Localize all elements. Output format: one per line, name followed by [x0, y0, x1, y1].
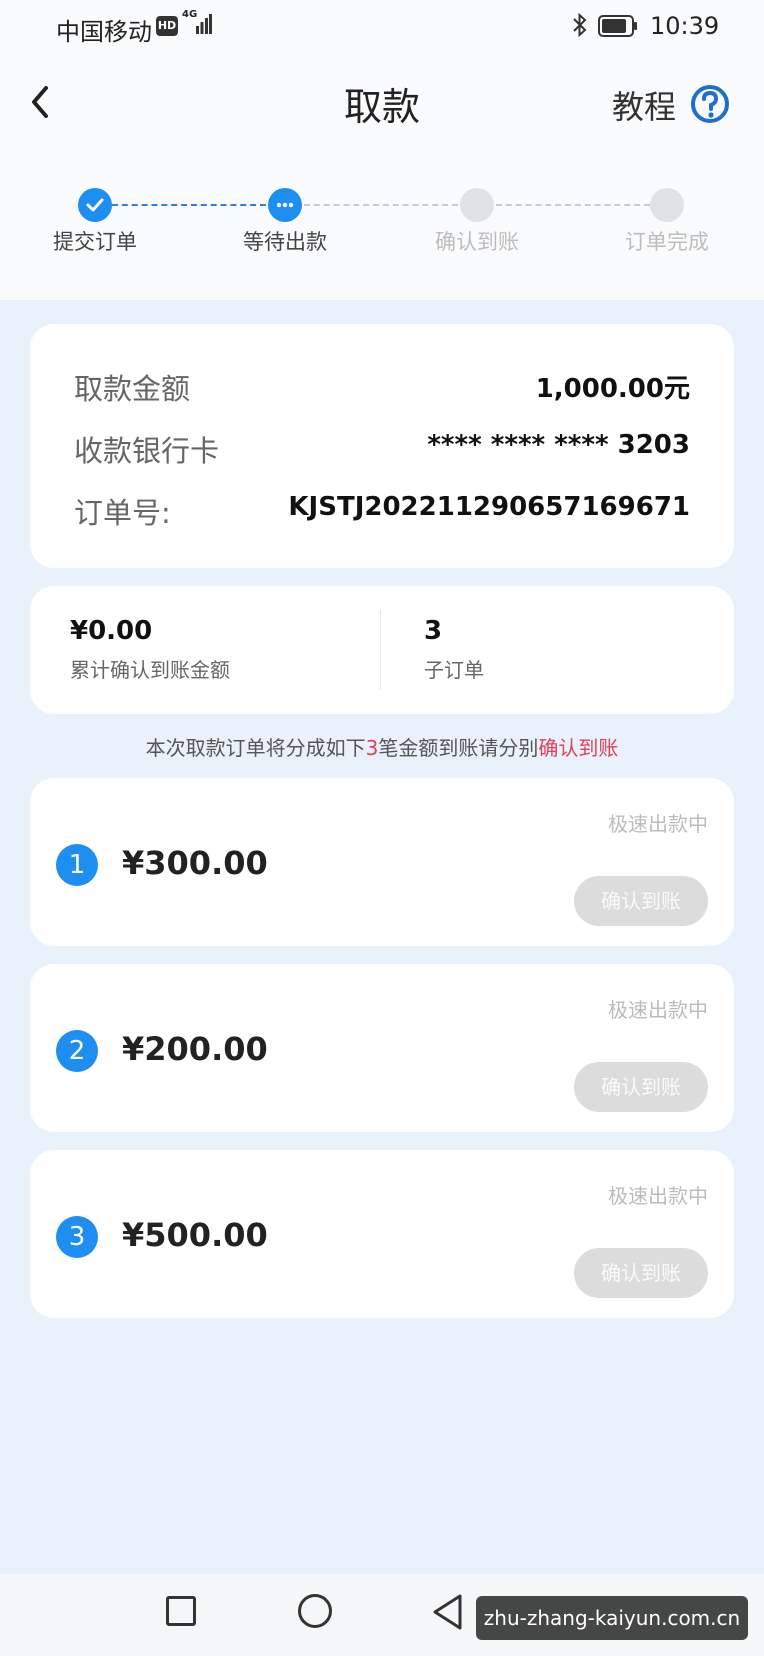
step-label: 确认到账 [435, 230, 519, 254]
network-type: 4G [182, 9, 198, 20]
step-connector-2 [304, 204, 458, 206]
step-label: 等待出款 [243, 230, 327, 254]
sub-order-status: 极速出款中 [608, 1184, 708, 1208]
amount-value: 1,000.00元 [535, 374, 690, 404]
bank-card-row: 收款银行卡 **** **** **** 3203 [74, 428, 690, 468]
confirmed-amount: ¥0.00 [70, 616, 153, 646]
step-connector-1 [112, 204, 266, 206]
step-pending-dot [460, 188, 494, 222]
step-connector-3 [496, 204, 650, 206]
sub-order-amount: ¥200.00 [122, 1030, 268, 1068]
back-triangle-icon[interactable] [430, 1592, 464, 1632]
sub-order-index-badge: 1 [56, 844, 98, 886]
order-number-label: 订单号: [74, 496, 171, 530]
sub-order-status: 极速出款中 [608, 998, 708, 1022]
step-label: 提交订单 [53, 230, 137, 254]
notice-middle: 笔金额到账请分别 [378, 736, 539, 760]
amount-label: 取款金额 [74, 372, 191, 406]
step-label: 订单完成 [625, 230, 709, 254]
sub-order-index-badge: 2 [56, 1030, 98, 1072]
sub-order-amount: ¥300.00 [122, 844, 268, 882]
signal-icon [196, 14, 212, 34]
help-icon [691, 85, 729, 123]
confirmed-amount-block: ¥0.00 累计确认到账金额 [70, 616, 230, 683]
confirm-received-button[interactable]: 确认到账 [574, 1062, 708, 1112]
step-active-icon [268, 188, 302, 222]
sub-order-count-block: 3 子订单 [424, 616, 484, 683]
watermark: zhu-zhang-kaiyun.com.cn [476, 1596, 748, 1640]
recent-apps-button[interactable] [166, 1596, 196, 1626]
order-info-card: 取款金额 1,000.00元 收款银行卡 **** **** **** 3203… [30, 324, 734, 568]
notice-highlight: 确认到账 [538, 736, 619, 760]
order-number-row: 订单号: KJSTJ202211290657169671 [74, 490, 690, 530]
summary-divider [380, 610, 381, 690]
notice-count: 3 [365, 736, 379, 760]
sub-order-count-label: 子订单 [424, 658, 484, 682]
home-button[interactable] [298, 1594, 332, 1628]
system-nav-bar: zhu-zhang-kaiyun.com.cn [0, 1574, 764, 1656]
amount-row: 取款金额 1,000.00元 [74, 366, 690, 406]
split-notice: 本次取款订单将分成如下3笔金额到账请分别确认到账 [0, 732, 764, 761]
step-pending-dot [650, 188, 684, 222]
status-bar: 中国移动 HD 4G 10:39 [0, 0, 764, 52]
hd-badge: HD [156, 16, 178, 36]
bank-card-value: **** **** **** 3203 [427, 430, 690, 460]
sub-order-card: 极速出款中 2 ¥200.00 确认到账 [30, 964, 734, 1132]
clock: 10:39 [650, 12, 720, 40]
tutorial-label: 教程 [612, 88, 677, 126]
confirmed-amount-label: 累计确认到账金额 [70, 658, 230, 682]
confirm-received-button[interactable]: 确认到账 [574, 876, 708, 926]
bank-card-label: 收款银行卡 [74, 434, 220, 468]
sub-order-status: 极速出款中 [608, 812, 708, 836]
bluetooth-icon [573, 12, 587, 38]
sub-order-amount: ¥500.00 [122, 1216, 268, 1254]
carrier-name: 中国移动 [56, 18, 152, 46]
notice-prefix: 本次取款订单将分成如下 [145, 736, 366, 760]
confirm-received-button[interactable]: 确认到账 [574, 1248, 708, 1298]
sub-order-card: 极速出款中 1 ¥300.00 确认到账 [30, 778, 734, 946]
sub-order-index-badge: 3 [56, 1216, 98, 1258]
progress-stepper: 提交订单 等待出款 确认到账 订单完成 [0, 180, 764, 260]
sub-order-count: 3 [424, 616, 443, 646]
order-number-value: KJSTJ202211290657169671 [288, 492, 690, 522]
step-done-icon [78, 188, 112, 222]
summary-card: ¥0.00 累计确认到账金额 3 子订单 [30, 586, 734, 714]
battery-icon [598, 15, 637, 37]
sub-order-card: 极速出款中 3 ¥500.00 确认到账 [30, 1150, 734, 1318]
